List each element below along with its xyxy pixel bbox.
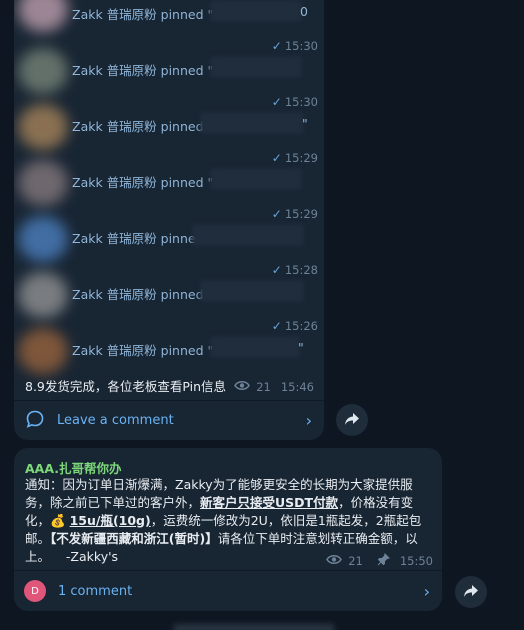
avatar	[18, 272, 68, 318]
view-count: 21	[348, 554, 363, 568]
avatar	[18, 160, 68, 206]
money-bag-icon: 💰	[50, 513, 66, 528]
share-button[interactable]	[336, 404, 368, 436]
pin-text: Zakk 普瑞原粉 pinne	[72, 231, 196, 246]
pin-text: Zakk 普瑞原粉 pinned "	[72, 343, 214, 358]
redacted-blur	[174, 624, 334, 630]
redacted-blur	[210, 168, 302, 190]
pin-text: Zakk 普瑞原粉 pinned "	[72, 63, 214, 78]
post-meta: 21 15:50	[326, 553, 433, 569]
signature: -Zakky's	[65, 549, 119, 564]
avatar	[18, 104, 68, 150]
post-time: 15:46	[280, 380, 314, 394]
avatar	[18, 216, 68, 262]
body-bold-text: 新客户只接受USDT付款	[200, 495, 339, 510]
redacted-blur	[192, 224, 304, 246]
pin-icon	[377, 553, 390, 569]
pin-service-message[interactable]: Zakk 普瑞原粉 pinne	[14, 210, 324, 266]
pin-text: Zakk 普瑞原粉 pinned	[72, 287, 204, 302]
share-arrow-icon	[344, 411, 360, 430]
leave-comment-button[interactable]: Leave a comment ›	[14, 401, 324, 440]
chevron-right-icon: ›	[423, 581, 430, 601]
post-text: 8.9发货完成，各位老板查看Pin信息	[25, 379, 227, 394]
post-meta: 21 15:46	[234, 380, 314, 394]
share-button[interactable]	[455, 576, 487, 608]
channel-post-notice: AAA.扎哥帮你办 通知：因为订单日渐爆满，Zakky为了能够更安全的长期为大家…	[14, 448, 442, 611]
pin-text: Zakk 普瑞原粉 pinned	[72, 119, 204, 134]
redacted-blur	[210, 336, 300, 358]
redacted-blur	[200, 280, 304, 302]
comments-button[interactable]: D 1 comment ›	[14, 571, 442, 611]
pin-quote-tail: "	[302, 116, 308, 131]
share-arrow-icon	[463, 583, 479, 602]
comment-label: 1 comment	[58, 583, 133, 599]
avatar	[18, 0, 68, 32]
pin-text: Zakk 普瑞原粉 pinned "	[72, 175, 214, 190]
eye-icon	[234, 380, 251, 394]
comment-label: Leave a comment	[57, 413, 174, 428]
pin-service-message[interactable]: Zakk 普瑞原粉 pinned "	[14, 154, 324, 210]
pin-text: Zakk 普瑞原粉 pinned "	[72, 7, 214, 22]
sender-name: AAA.扎哥帮你办	[25, 461, 122, 476]
eye-icon	[326, 554, 343, 568]
pin-service-message[interactable]: Zakk 普瑞原粉 pinned	[14, 266, 324, 322]
avatar	[18, 328, 68, 374]
redacted-blur	[210, 56, 302, 78]
commenter-avatar: D	[24, 580, 46, 602]
body-bold-text: 15u/瓶(10g)	[69, 513, 151, 528]
pin-service-message[interactable]: Zakk 普瑞原粉 pinned "	[14, 98, 324, 154]
channel-post-pins: Zakk 普瑞原粉 pinned " 0 ✓ 15:30 Zakk 普瑞原粉 pi…	[14, 0, 324, 440]
pin-service-message[interactable]: Zakk 普瑞原粉 pinned " 0	[14, 0, 324, 42]
view-count: 21	[256, 380, 271, 394]
redacted-blur	[200, 112, 304, 134]
comment-icon	[25, 409, 45, 433]
pin-service-message[interactable]: Zakk 普瑞原粉 pinned " "	[14, 322, 324, 378]
body-bold-text: 【不发新疆西藏和浙江(暂时)】	[50, 531, 218, 546]
redacted-blur	[210, 0, 302, 22]
pin-service-message[interactable]: Zakk 普瑞原粉 pinned "	[14, 42, 324, 98]
pin-quote-tail: "	[298, 340, 304, 355]
post-time: 15:50	[399, 554, 433, 568]
chevron-right-icon: ›	[305, 411, 312, 430]
pin-quote-tail: 0	[300, 4, 308, 19]
avatar	[18, 48, 68, 94]
